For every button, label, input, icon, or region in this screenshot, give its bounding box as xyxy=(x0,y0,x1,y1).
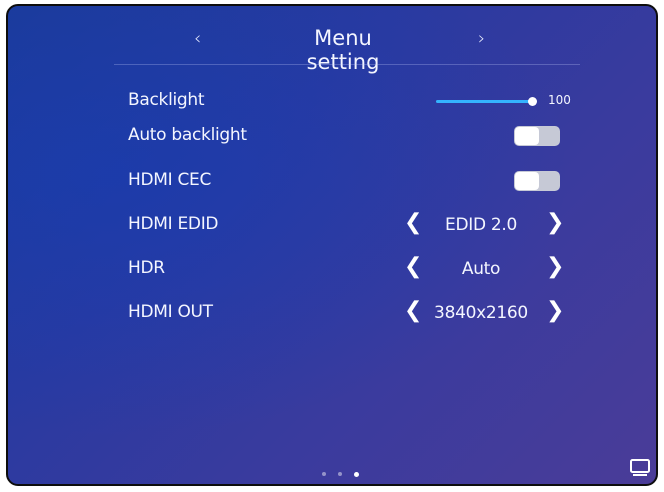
page-dot-1[interactable] xyxy=(322,472,326,476)
previous-page-icon[interactable]: ‹ xyxy=(194,28,201,49)
backlight-slider-handle[interactable] xyxy=(528,97,537,106)
setting-row-hdr: HDR ❮ Auto ❯ xyxy=(126,254,570,284)
hdmi-edid-prev-icon[interactable]: ❮ xyxy=(404,210,422,235)
menu-panel: ‹ Menu setting › Backlight 100 Auto back… xyxy=(6,4,658,486)
page-dot-2[interactable] xyxy=(338,472,342,476)
toggle-knob xyxy=(515,127,539,145)
backlight-slider-track[interactable] xyxy=(436,100,532,103)
hdmi-out-prev-icon[interactable]: ❮ xyxy=(404,298,422,323)
hdmi-edid-next-icon[interactable]: ❯ xyxy=(546,210,564,235)
toggle-knob xyxy=(515,172,539,190)
auto-backlight-toggle[interactable] xyxy=(514,126,560,146)
hdmi-edid-value: EDID 2.0 xyxy=(445,215,517,235)
setting-label: HDR xyxy=(128,258,165,278)
backlight-value: 100 xyxy=(548,93,571,107)
hdmi-out-value: 3840x2160 xyxy=(434,303,528,323)
hdr-value: Auto xyxy=(461,259,501,279)
setting-row-hdmi-out: HDMI OUT ❮ 3840x2160 ❯ xyxy=(126,298,570,328)
hdr-next-icon[interactable]: ❯ xyxy=(546,254,564,279)
monitor-icon[interactable] xyxy=(628,458,654,480)
menu-header: ‹ Menu setting › xyxy=(8,24,656,74)
setting-label: Backlight xyxy=(128,90,205,110)
page-dot-3[interactable] xyxy=(354,471,359,477)
next-page-icon[interactable]: › xyxy=(478,28,485,49)
setting-label: HDMI OUT xyxy=(128,302,213,322)
setting-row-backlight: Backlight 100 xyxy=(126,86,571,116)
page-title: Menu setting xyxy=(306,26,380,74)
setting-row-hdmi-edid: HDMI EDID ❮ EDID 2.0 ❯ xyxy=(126,210,570,240)
setting-label: HDMI EDID xyxy=(128,214,219,234)
header-divider xyxy=(114,64,580,65)
setting-row-auto-backlight: Auto backlight xyxy=(126,121,570,151)
hdmi-out-next-icon[interactable]: ❯ xyxy=(546,298,564,323)
setting-label: HDMI CEC xyxy=(128,170,212,190)
setting-row-hdmi-cec: HDMI CEC xyxy=(126,166,570,196)
hdmi-cec-toggle[interactable] xyxy=(514,171,560,191)
hdr-prev-icon[interactable]: ❮ xyxy=(404,254,422,279)
setting-label: Auto backlight xyxy=(128,125,247,145)
